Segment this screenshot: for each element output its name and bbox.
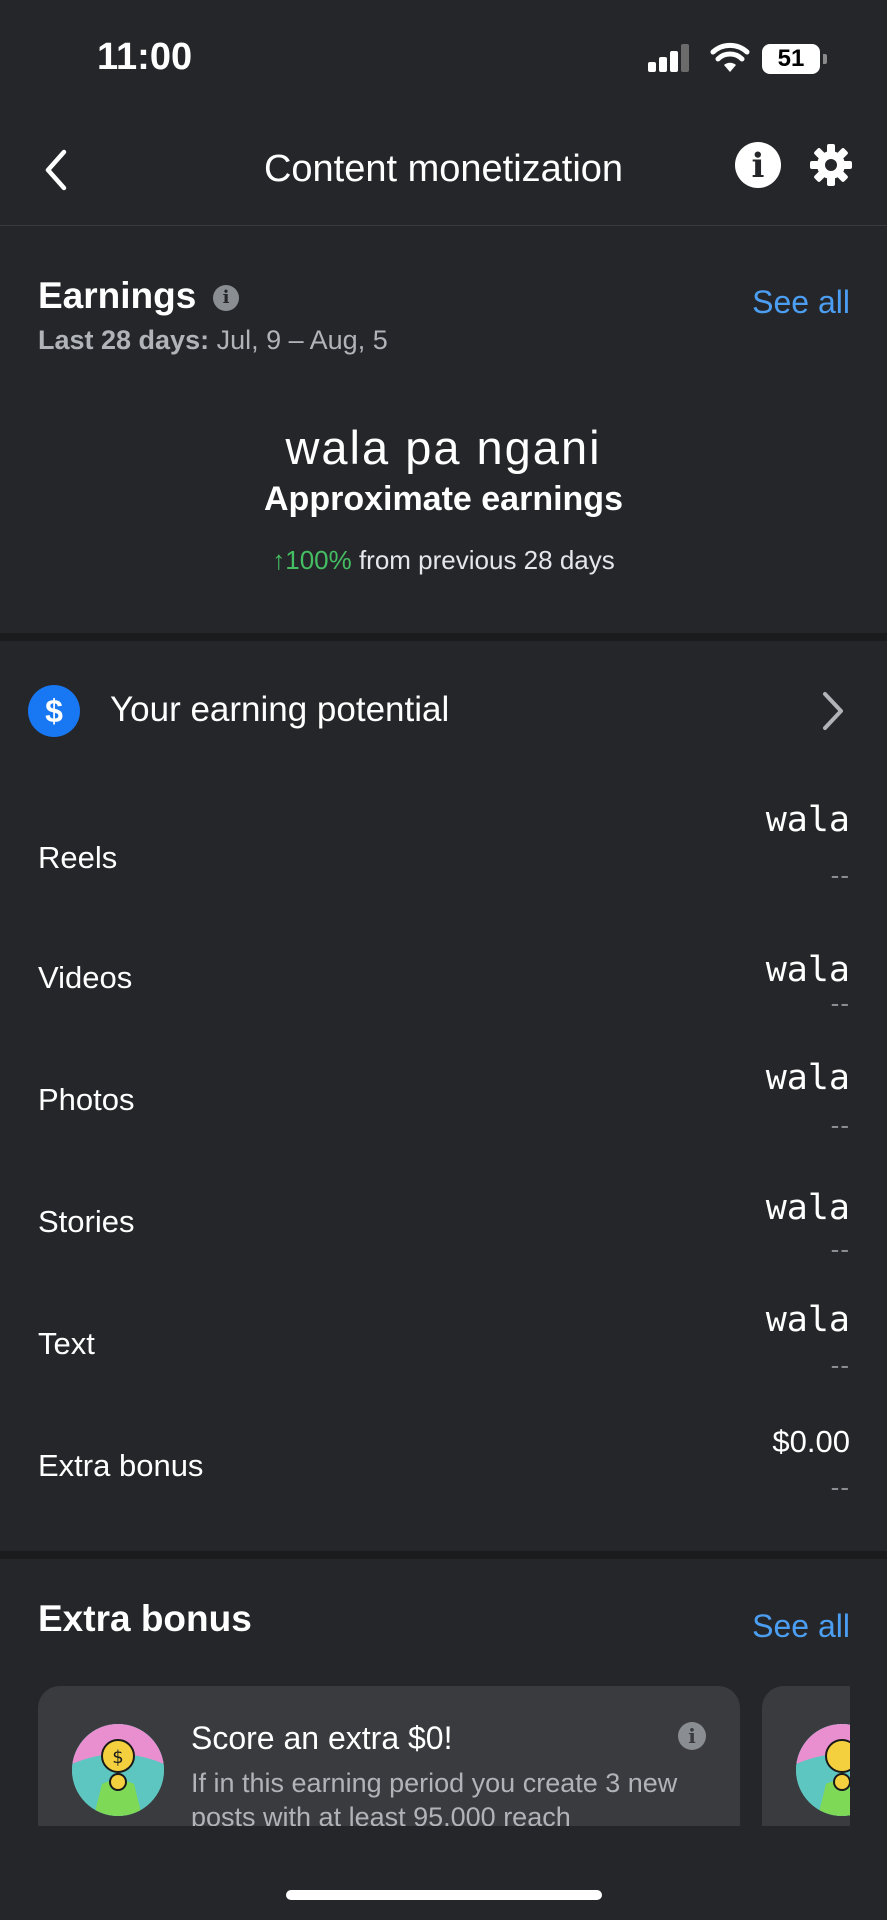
- row-value: wala: [765, 1300, 850, 1340]
- change-percent: ↑100%: [272, 545, 352, 575]
- row-value: wala: [765, 950, 850, 990]
- bonus-carousel[interactable]: $ Score an extra $0! If in this earning …: [0, 1560, 850, 1826]
- earning-potential-label: Your earning potential: [110, 690, 450, 729]
- earnings-section: Earnings i See all Last 28 days: Jul, 9 …: [0, 225, 887, 635]
- row-label: Extra bonus: [38, 1448, 204, 1483]
- battery-icon: 51: [762, 44, 827, 74]
- earnings-period: Last 28 days: Jul, 9 – Aug, 5: [38, 325, 388, 356]
- period-label: Last 28 days:: [38, 325, 210, 355]
- info-icon[interactable]: i: [735, 142, 781, 188]
- earnings-amount: wala pa ngani: [285, 421, 602, 474]
- earning-row-text: Text wala --: [0, 1278, 887, 1398]
- row-label: Stories: [38, 1204, 135, 1239]
- cellular-signal-icon: [648, 44, 692, 72]
- earnings-title: Earnings: [38, 275, 197, 316]
- bonus-illustration-icon: [796, 1724, 850, 1816]
- bonus-illustration-icon: $: [72, 1724, 164, 1816]
- bonus-card[interactable]: $ Score an extra $0! If in this earning …: [38, 1686, 740, 1826]
- bonus-info-icon[interactable]: i: [678, 1722, 706, 1750]
- row-value: $0.00: [772, 1424, 850, 1459]
- wifi-icon: [710, 42, 750, 72]
- status-bar: 11:00 51: [0, 0, 887, 120]
- change-text: from previous 28 days: [351, 545, 615, 575]
- row-sub: --: [830, 1472, 850, 1502]
- row-sub: --: [830, 860, 850, 890]
- period-range: Jul, 9 – Aug, 5: [209, 325, 388, 355]
- earnings-change: ↑100% from previous 28 days: [0, 545, 887, 576]
- dollar-icon: $: [28, 685, 80, 737]
- earning-potential-row[interactable]: $ Your earning potential: [0, 660, 887, 760]
- row-value: wala: [765, 1058, 850, 1098]
- earning-row-videos: Videos wala --: [0, 912, 887, 1032]
- row-sub: --: [830, 1350, 850, 1380]
- earning-row-reels: Reels wala --: [0, 790, 887, 910]
- row-label: Text: [38, 1326, 95, 1361]
- nav-header: Content monetization i: [0, 120, 887, 226]
- row-label: Videos: [38, 960, 133, 995]
- gear-icon[interactable]: [808, 142, 854, 188]
- earnings-see-all-link[interactable]: See all: [752, 284, 850, 321]
- chevron-right-icon: [823, 692, 843, 730]
- row-value: wala: [765, 800, 850, 840]
- row-label: Reels: [38, 840, 118, 875]
- section-divider: [0, 633, 887, 641]
- home-indicator: [286, 1890, 602, 1900]
- bonus-card-description: If in this earning period you create 3 n…: [191, 1768, 678, 1826]
- svg-text:$: $: [112, 1747, 123, 1768]
- row-sub: --: [830, 1110, 850, 1140]
- row-sub: --: [830, 1234, 850, 1264]
- earnings-info-icon[interactable]: i: [213, 285, 239, 311]
- row-value: wala: [765, 1188, 850, 1228]
- bonus-card-next[interactable]: [762, 1686, 850, 1826]
- earning-row-photos: Photos wala --: [0, 1034, 887, 1154]
- bonus-card-title: Score an extra $0!: [191, 1720, 453, 1756]
- earning-row-stories: Stories wala --: [0, 1156, 887, 1276]
- status-time: 11:00: [97, 36, 193, 78]
- approximate-earnings-label: Approximate earnings: [264, 480, 623, 518]
- row-label: Photos: [38, 1082, 135, 1117]
- earning-row-extra-bonus: Extra bonus $0.00 --: [0, 1400, 887, 1520]
- row-sub: --: [830, 988, 850, 1018]
- section-divider: [0, 1551, 887, 1559]
